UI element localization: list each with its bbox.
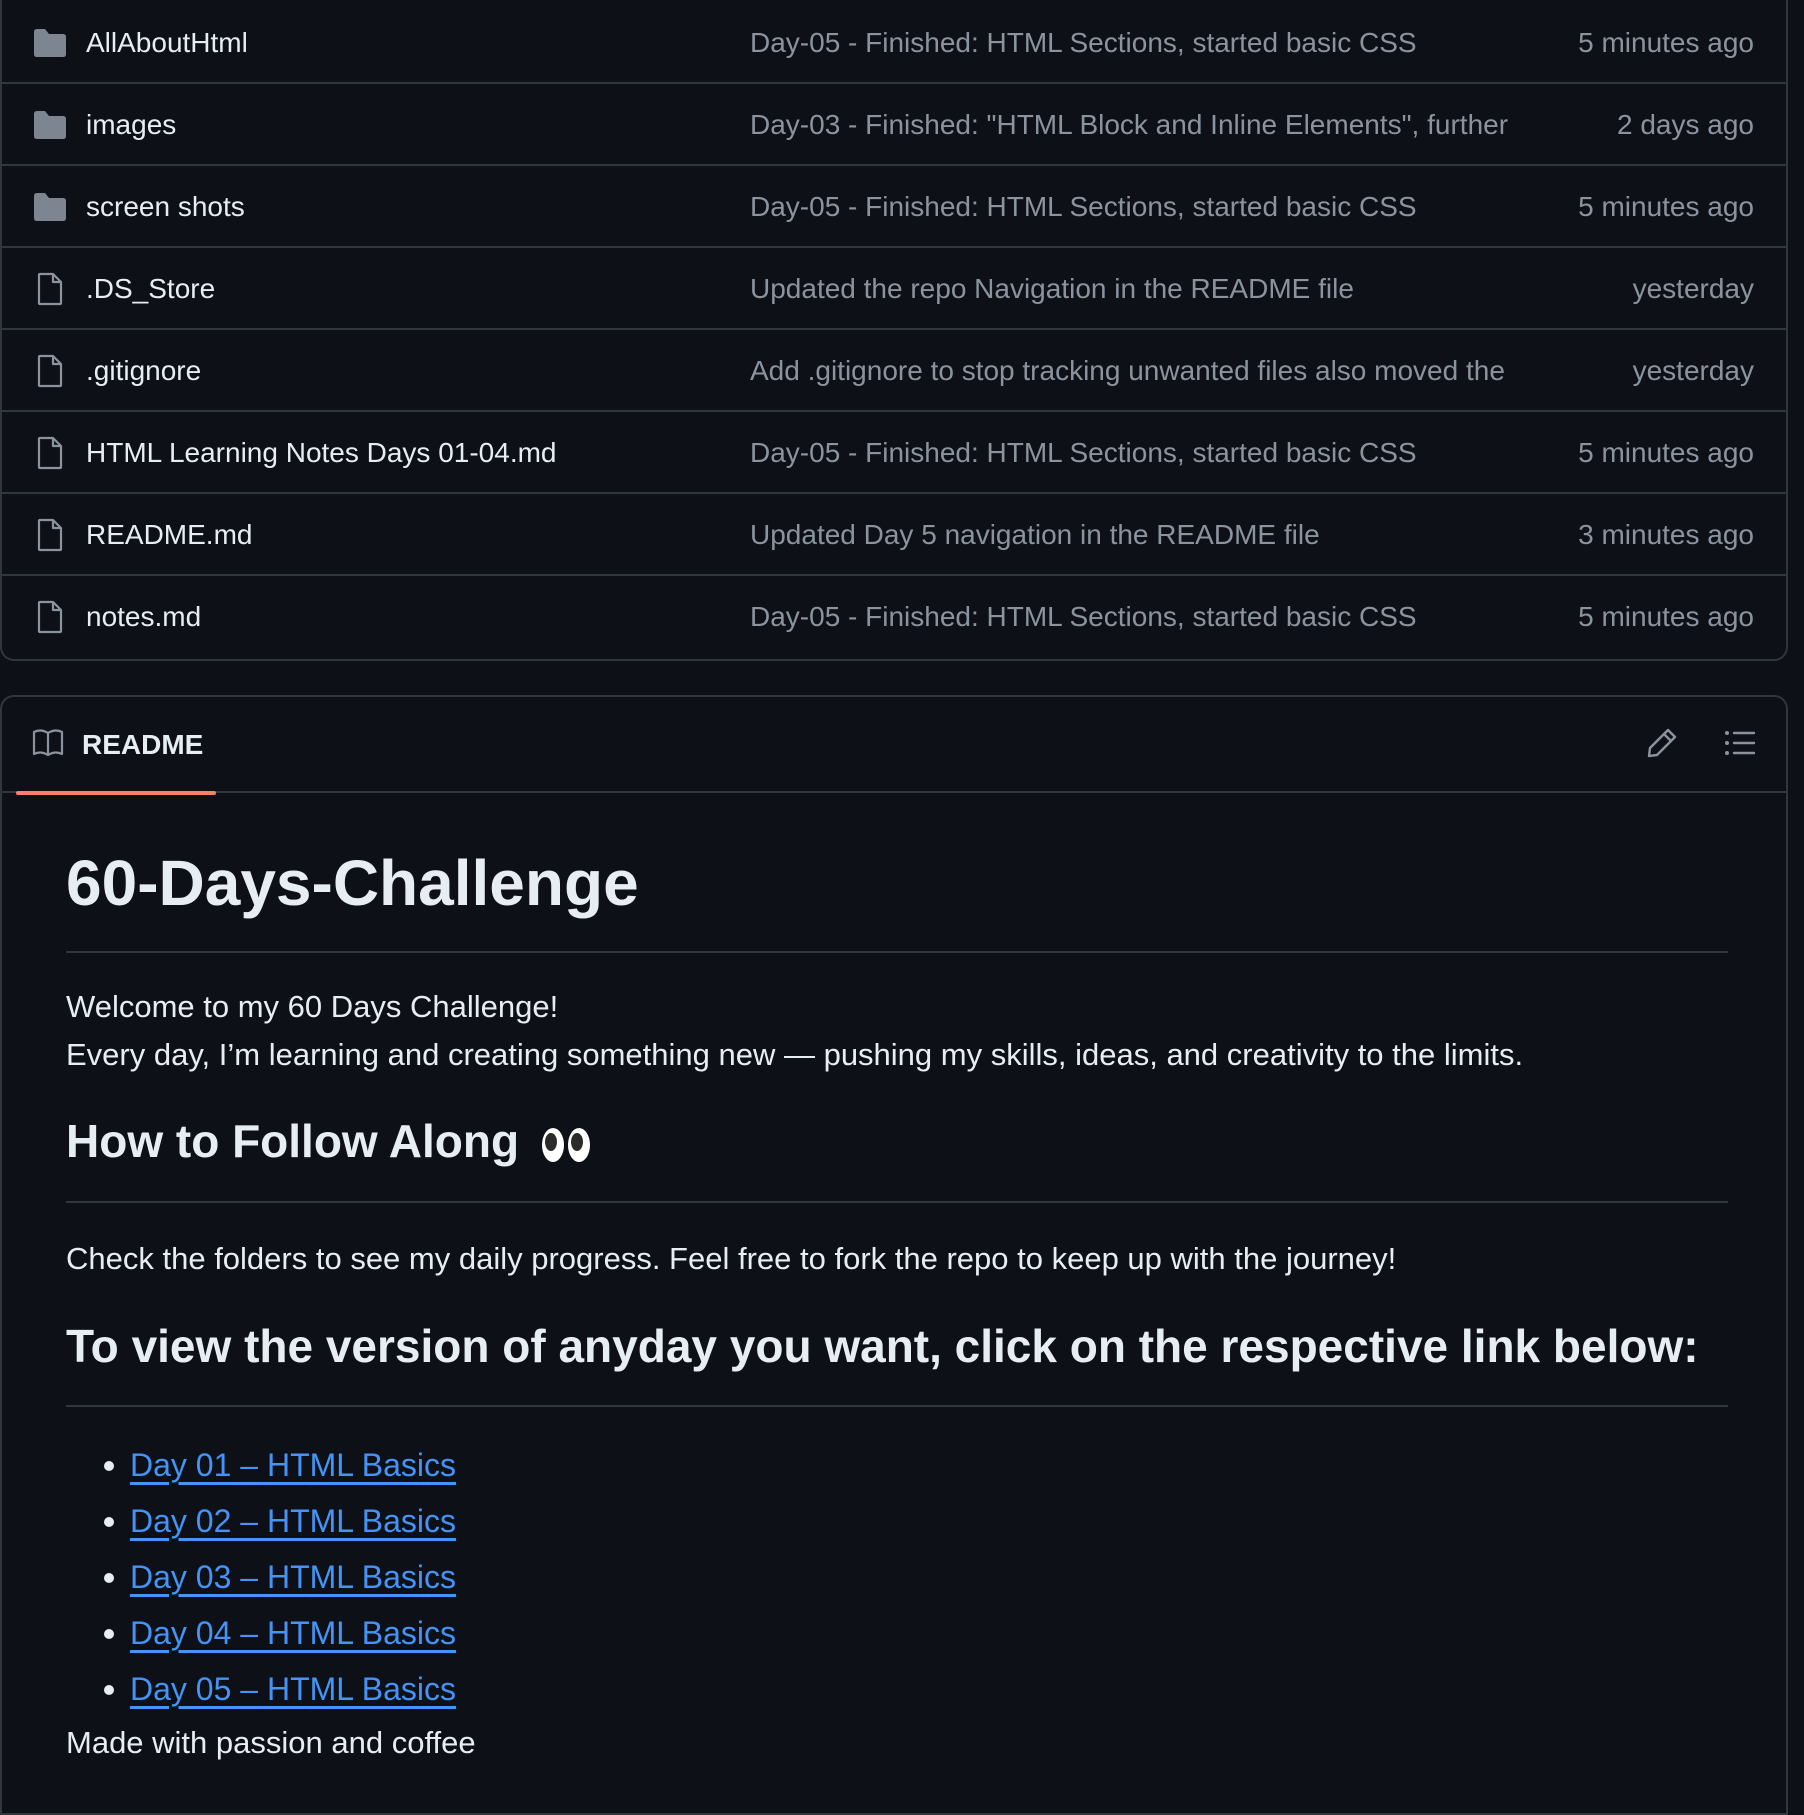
readme-title: 60-Days-Challenge (66, 847, 639, 919)
commit-time: 5 minutes ago (1578, 191, 1754, 222)
view-heading: To view the version of anyday you want, … (66, 1320, 1699, 1372)
eyes-emoji (541, 1127, 590, 1162)
commit-message[interactable]: Updated the repo Navigation in the READM… (750, 248, 1520, 330)
readme-header: README (2, 697, 1786, 795)
view-divider (66, 1405, 1728, 1407)
commit-time: yesterday (1632, 273, 1754, 304)
commit-time: 3 minutes ago (1578, 519, 1754, 550)
intro-line-1: Welcome to my 60 Days Challenge! (66, 989, 559, 1024)
file-row[interactable]: notes.md Day-05 - Finished: HTML Sections… (2, 576, 1786, 658)
commit-message[interactable]: Day-05 - Finished: HTML Sections, starte… (750, 2, 1520, 84)
file-icon (37, 436, 63, 470)
follow-text: Check the folders to see my daily progre… (66, 1241, 1397, 1276)
file-row[interactable]: screen shots Day-05 - Finished: HTML Sect… (2, 166, 1786, 248)
follow-divider (66, 1201, 1728, 1203)
outline-button[interactable] (1722, 725, 1758, 761)
commit-message[interactable]: Add .gitignore to stop tracking unwanted… (750, 330, 1520, 412)
file-row[interactable]: README.md Updated Day 5 navigation in the… (2, 494, 1786, 576)
day-link[interactable]: Day 05 – HTML Basics (130, 1663, 456, 1715)
intro-line-2: Every day, I’m learning and creating som… (66, 1037, 1524, 1072)
file-name[interactable]: screen shots (86, 166, 245, 248)
file-name[interactable]: .DS_Store (86, 248, 215, 330)
file-icon (37, 272, 63, 306)
follow-heading: How to Follow Along (66, 1111, 592, 1171)
bullet (104, 1629, 114, 1639)
file-row[interactable]: .DS_Store Updated the repo Navigation in … (2, 248, 1786, 330)
trailing-text: Made with passion and coffee (66, 1725, 476, 1760)
file-name[interactable]: HTML Learning Notes Days 01-04.md (86, 412, 557, 494)
list-icon (1725, 731, 1756, 755)
file-row[interactable]: HTML Learning Notes Days 01-04.md Day-05 … (2, 412, 1786, 494)
file-name[interactable]: notes.md (86, 576, 201, 658)
commit-time: 2 days ago (1617, 109, 1754, 140)
pencil-icon (1647, 728, 1677, 758)
bullet (104, 1573, 114, 1583)
commit-message[interactable]: Day-03 - Finished: "HTML Block and Inlin… (750, 84, 1520, 166)
commit-message[interactable]: Day-05 - Finished: HTML Sections, starte… (750, 412, 1520, 494)
book-icon (32, 729, 64, 757)
follow-heading-text: How to Follow Along (66, 1115, 520, 1167)
folder-icon (34, 111, 66, 139)
file-icon (37, 354, 63, 388)
file-icon (37, 518, 63, 552)
commit-message[interactable]: Day-05 - Finished: HTML Sections, starte… (750, 166, 1520, 248)
day-link[interactable]: Day 03 – HTML Basics (130, 1551, 456, 1603)
day-link[interactable]: Day 04 – HTML Basics (130, 1607, 456, 1659)
file-row[interactable]: .gitignore Add .gitignore to stop trackin… (2, 330, 1786, 412)
bullet (104, 1461, 114, 1471)
bullet (104, 1685, 114, 1695)
commit-message[interactable]: Day-05 - Finished: HTML Sections, starte… (750, 576, 1520, 658)
folder-icon (34, 29, 66, 57)
active-tab-indicator (16, 791, 216, 795)
file-name[interactable]: .gitignore (86, 330, 201, 412)
readme-panel: README 60-Days-Challenge Welcome to my 6… (0, 695, 1788, 1815)
file-name[interactable]: images (86, 84, 176, 166)
readme-tab-label: README (82, 729, 204, 760)
file-list: AllAboutHtml Day-05 - Finished: HTML Sect… (0, 0, 1788, 661)
commit-time: 5 minutes ago (1578, 437, 1754, 468)
file-row[interactable]: images Day-03 - Finished: "HTML Block and… (2, 84, 1786, 166)
commit-time: yesterday (1632, 355, 1754, 386)
file-name[interactable]: README.md (86, 494, 252, 576)
commit-message[interactable]: Updated Day 5 navigation in the README f… (750, 494, 1520, 576)
commit-time: 5 minutes ago (1578, 27, 1754, 58)
day-link[interactable]: Day 02 – HTML Basics (130, 1495, 456, 1547)
day-link[interactable]: Day 01 – HTML Basics (130, 1439, 456, 1491)
readme-tab[interactable]: README (16, 697, 216, 795)
commit-time: 5 minutes ago (1578, 601, 1754, 632)
file-icon (37, 600, 63, 634)
title-divider (66, 951, 1728, 953)
file-name[interactable]: AllAboutHtml (86, 2, 248, 84)
folder-icon (34, 193, 66, 221)
file-row[interactable]: AllAboutHtml Day-05 - Finished: HTML Sect… (2, 2, 1786, 84)
bullet (104, 1517, 114, 1527)
edit-readme-button[interactable] (1644, 725, 1680, 761)
